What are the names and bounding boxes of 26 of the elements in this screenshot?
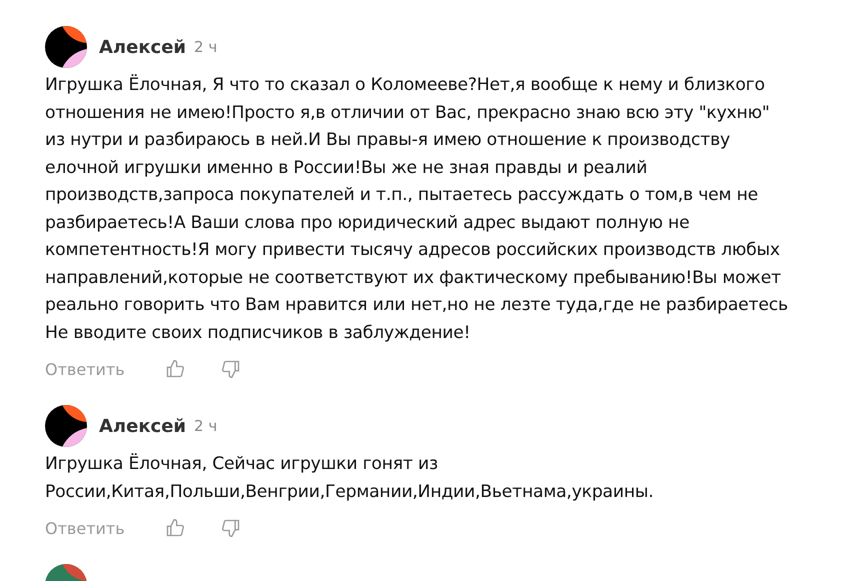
comment-text: Игрушка Ёлочная, Я что то сказал о Коломееве?Нет,я вообще к нему и близкого bbox=[45, 73, 766, 97]
like-button[interactable] bbox=[164, 359, 185, 379]
comment-text: реально говорить что Вам нравится или нет,но не лезте туда,где не разбираетесь bbox=[45, 294, 789, 317]
dislike-button[interactable] bbox=[220, 518, 241, 538]
comment-text: производств,запроса покупателей и т.п., пытаетесь рассуждать о том,в чем не bbox=[45, 184, 760, 207]
like-button[interactable] bbox=[164, 518, 185, 538]
avatar-icon bbox=[45, 405, 87, 447]
thumbs-up-icon bbox=[164, 518, 185, 538]
comment-text: разбираетесь!А Ваши слова про юридический адрес выдают полную не bbox=[45, 212, 690, 234]
avatar-icon bbox=[45, 26, 87, 68]
comment-time: 2 ч bbox=[194, 417, 218, 435]
thumbs-up-icon bbox=[164, 359, 185, 379]
comment-text: России,Китая,Польши,Венгрии,Германии,Индии,Вьетнама,украины. bbox=[45, 480, 655, 504]
comment-text: елочной игрушки именно в России!Вы же не зная правды и реалий bbox=[45, 156, 648, 180]
comment-text: компетентность!Я могу привести тысячу адресов российских производств любых bbox=[45, 239, 781, 262]
dislike-button[interactable] bbox=[220, 359, 241, 379]
comment-text: Игрушка Ёлочная, Сейчас игрушки гонят из bbox=[45, 452, 439, 476]
author-name[interactable]: Алексей bbox=[99, 36, 186, 58]
comment-text: из нутри и разбираюсь в ней.И Вы правы-я имею отношение к производству bbox=[45, 129, 732, 152]
comment-time: 2 ч bbox=[194, 38, 218, 56]
thumbs-down-icon bbox=[220, 359, 241, 379]
comment-text: отношения не имею!Просто я,в отличии от Вас, прекрасно знаю всю эту "кухню" bbox=[45, 102, 771, 124]
comment-text: Не вводите своих подписчиков в заблуждение! bbox=[45, 322, 472, 344]
author-name[interactable]: Алексей bbox=[99, 416, 186, 436]
comment-text: направлений,которые не соответствуют их фактическому пребыванию!Вы может bbox=[45, 266, 782, 290]
thumbs-down-icon bbox=[220, 518, 241, 538]
